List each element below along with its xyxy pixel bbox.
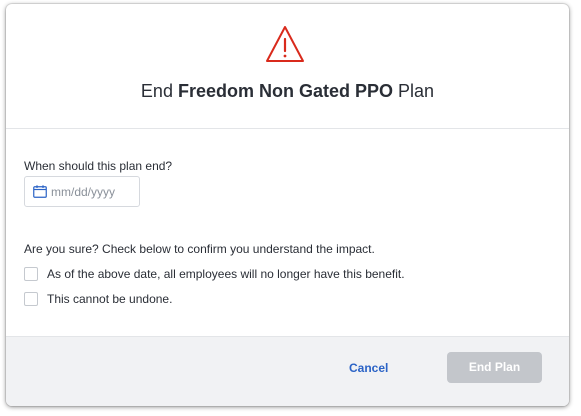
title-suffix: Plan <box>398 81 435 101</box>
confirm-benefit-label[interactable]: As of the above date, all employees will… <box>47 267 405 281</box>
confirm-undone-label[interactable]: This cannot be undone. <box>47 292 172 306</box>
end-plan-button[interactable]: End Plan <box>447 352 542 383</box>
confirm-undone-row[interactable]: This cannot be undone. <box>24 291 172 307</box>
calendar-icon <box>33 185 47 198</box>
end-date-field[interactable] <box>24 176 140 207</box>
confirm-benefit-row[interactable]: As of the above date, all employees will… <box>24 266 405 282</box>
warning-triangle-icon <box>266 26 304 62</box>
cancel-button[interactable]: Cancel <box>349 361 388 375</box>
end-date-label: When should this plan end? <box>24 159 173 173</box>
end-plan-dialog: End Freedom Non Gated PPO Plan When shou… <box>6 4 569 406</box>
end-date-input[interactable] <box>51 177 137 206</box>
dialog-footer: Cancel End Plan <box>6 336 569 406</box>
dialog-header: End Freedom Non Gated PPO Plan <box>6 4 569 129</box>
title-prefix: End <box>140 81 173 101</box>
dialog-title: End Freedom Non Gated PPO Plan <box>6 81 569 102</box>
confirm-undone-checkbox[interactable] <box>24 292 38 306</box>
dialog-body: When should this plan end? Are you sure?… <box>6 129 569 336</box>
confirm-prompt: Are you sure? Check below to confirm you… <box>24 242 375 256</box>
page-backdrop: End Freedom Non Gated PPO Plan When shou… <box>0 0 581 416</box>
plan-name: Freedom Non Gated PPO <box>177 81 394 101</box>
confirm-benefit-checkbox[interactable] <box>24 267 38 281</box>
